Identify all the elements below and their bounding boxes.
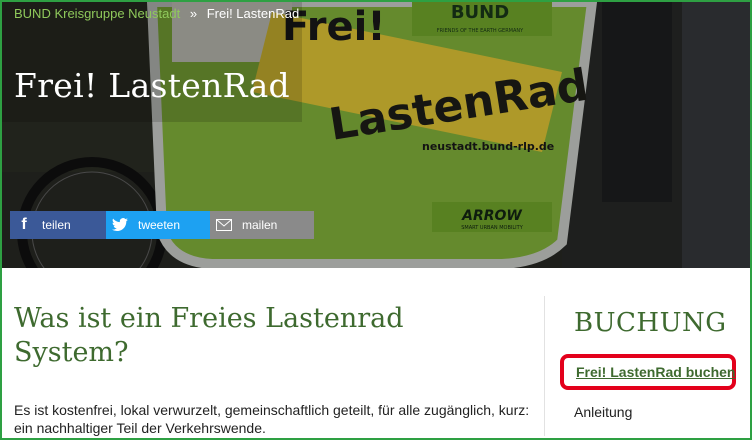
share-facebook-button[interactable]: f teilen — [10, 211, 106, 239]
hero-banner: BUND FRIENDS OF THE EARTH GERMANY Frei! … — [2, 2, 750, 268]
share-twitter-label: tweeten — [138, 218, 181, 232]
book-link-highlight: Frei! LastenRad buchen — [560, 354, 736, 390]
sidebar-heading: BUCHUNG — [574, 308, 727, 338]
share-bar: f teilen tweeten mailen — [10, 211, 314, 239]
guide-link[interactable]: Anleitung — [574, 404, 632, 420]
mail-icon — [210, 211, 238, 239]
breadcrumb-parent-link[interactable]: BUND Kreisgruppe Neustadt — [14, 6, 180, 21]
section-text: Es ist kostenfrei, lokal verwurzelt, gem… — [14, 402, 530, 436]
column-divider — [544, 296, 545, 436]
page-title: Frei! LastenRad — [14, 66, 290, 105]
share-mail-button[interactable]: mailen — [210, 211, 314, 239]
twitter-icon — [106, 211, 134, 239]
share-facebook-label: teilen — [42, 218, 71, 232]
page-frame: BUND FRIENDS OF THE EARTH GERMANY Frei! … — [0, 0, 752, 440]
share-twitter-button[interactable]: tweeten — [106, 211, 210, 239]
main-content: Was ist ein Freies Lastenrad System? Es … — [14, 302, 534, 436]
breadcrumb: BUND Kreisgruppe Neustadt » Frei! Lasten… — [14, 6, 299, 21]
breadcrumb-separator: » — [189, 6, 198, 21]
book-lastenrad-link[interactable]: Frei! LastenRad buchen — [576, 364, 735, 380]
breadcrumb-current: Frei! LastenRad — [206, 6, 300, 21]
section-heading: Was ist ein Freies Lastenrad System? — [14, 303, 404, 368]
facebook-icon: f — [21, 216, 27, 233]
sidebar-booking: BUCHUNG Frei! LastenRad buchen Anleitung — [560, 308, 750, 420]
share-mail-label: mailen — [242, 218, 278, 232]
